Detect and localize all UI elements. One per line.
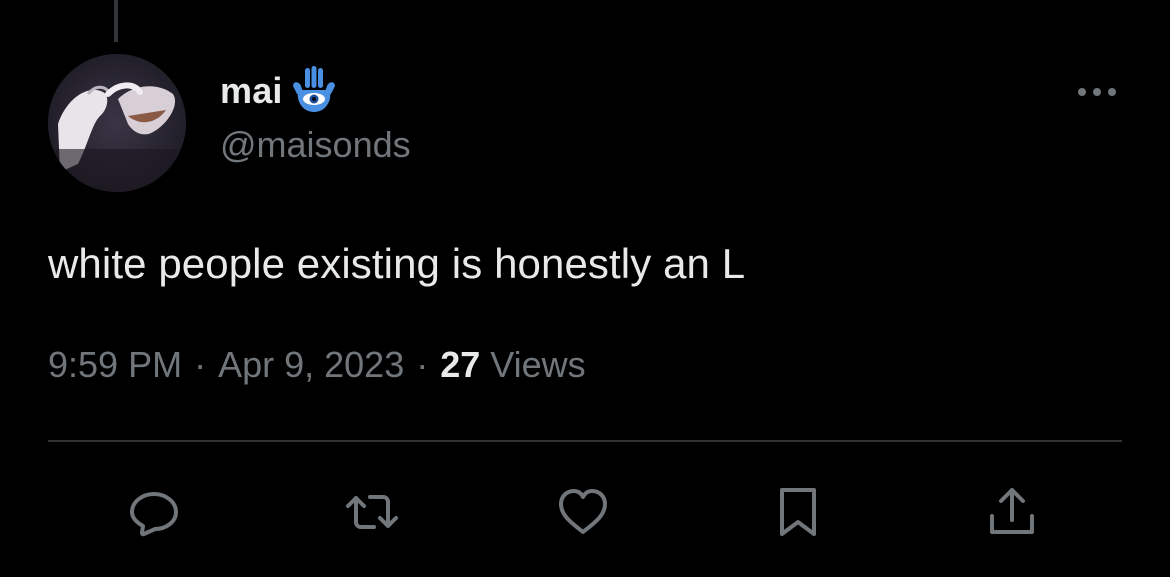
like-icon: [559, 489, 607, 534]
reply-icon: [130, 492, 178, 537]
author-handle[interactable]: @maisonds: [220, 124, 411, 166]
tweet-text: white people existing is honestly an L: [48, 240, 746, 287]
avatar[interactable]: [48, 54, 186, 192]
author-name-row[interactable]: mai: [220, 66, 339, 116]
thread-connector-line: [114, 0, 118, 42]
meta-separator: ·: [194, 344, 207, 385]
views-count[interactable]: 27: [440, 344, 480, 386]
meta-separator: ·: [416, 344, 429, 385]
share-button[interactable]: [982, 482, 1042, 542]
divider: [48, 440, 1122, 442]
bookmark-button[interactable]: [768, 482, 828, 542]
tweet-date[interactable]: Apr 9, 2023: [218, 344, 404, 386]
like-button[interactable]: [553, 482, 613, 542]
hamsa-icon: [289, 66, 339, 116]
views-label[interactable]: Views: [490, 344, 585, 386]
more-options-icon[interactable]: [1074, 78, 1120, 106]
tweet-time[interactable]: 9:59 PM: [48, 344, 182, 386]
retweet-icon: [346, 495, 398, 529]
author-display-name[interactable]: mai: [220, 70, 283, 112]
avatar-image: [48, 54, 186, 192]
retweet-button[interactable]: [342, 482, 402, 542]
share-icon: [990, 488, 1034, 534]
bookmark-icon: [780, 488, 816, 536]
tweet-meta: 9:59 PM · Apr 9, 2023 · 27 Views: [48, 344, 586, 386]
reply-button[interactable]: [124, 482, 184, 542]
